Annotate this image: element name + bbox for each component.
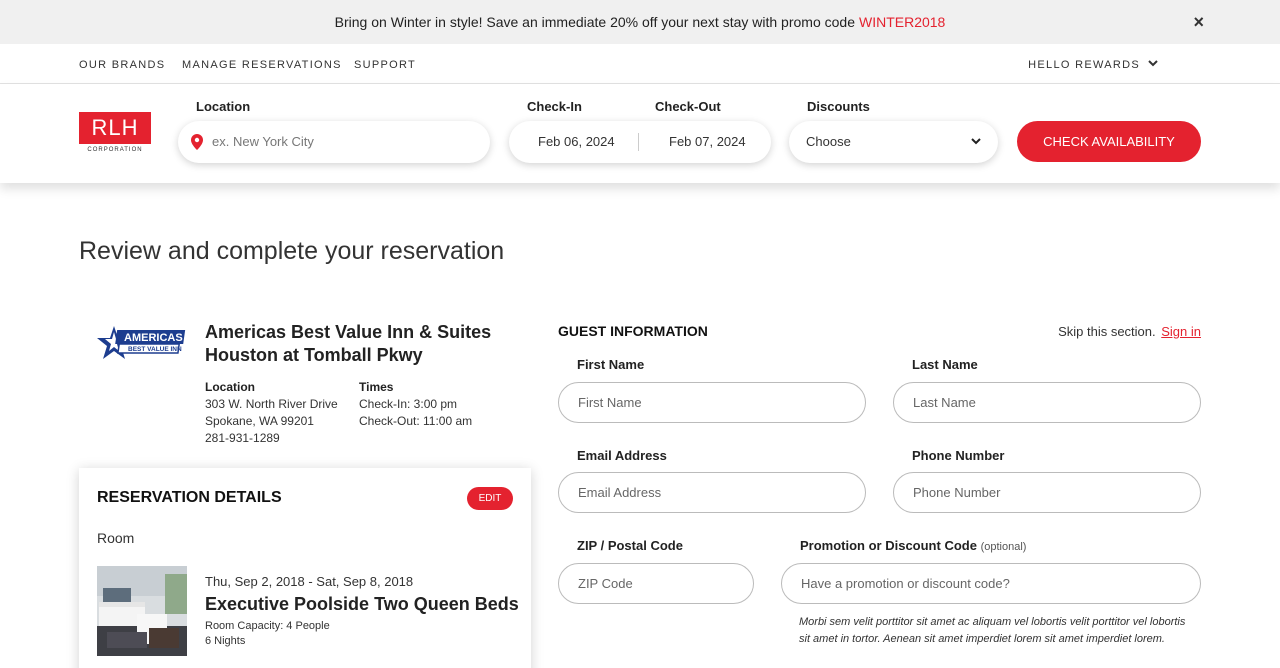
room-capacity: Room Capacity: 4 People — [205, 620, 330, 632]
phone-label: Phone Number — [912, 448, 1005, 463]
last-name-label: Last Name — [912, 357, 978, 372]
promo-code-optional: (optional) — [980, 541, 1027, 553]
last-name-input[interactable] — [893, 382, 1201, 423]
hotel-checkin-time: Check-In: 3:00 pm — [359, 397, 458, 411]
skip-label: Skip this section. — [1058, 324, 1156, 339]
search-bar: RLH CORPORATION Location ex. New York Ci… — [0, 84, 1280, 183]
logo-text-bottom: BEST VALUE INN — [128, 346, 182, 353]
discounts-value: Choose — [806, 134, 851, 149]
location-pin-icon — [191, 134, 203, 150]
checkout-date[interactable]: Feb 07, 2024 — [669, 134, 746, 149]
hotel-address-line-1: 303 W. North River Drive — [205, 397, 338, 411]
reservation-details-title: RESERVATION DETAILS — [97, 489, 282, 506]
logo-text-top: AMERICAS — [124, 332, 183, 344]
reservation-details-card: RESERVATION DETAILS EDIT Room Thu, Sep 2… — [79, 468, 531, 668]
hotel-name-line-2: Houston at Tomball Pkwy — [205, 345, 423, 365]
promo-code-label-text: Promotion or Discount Code — [800, 538, 977, 553]
guest-information-title: GUEST INFORMATION — [558, 323, 708, 339]
logo-mark: RLH — [79, 112, 151, 144]
promo-code-label: Promotion or Discount Code (optional) — [800, 538, 1026, 553]
hotel-name-line-1: Americas Best Value Inn & Suites — [205, 322, 492, 342]
top-nav: OUR BRANDS MANAGE RESERVATIONS SUPPORT H… — [0, 44, 1280, 84]
promo-code-input[interactable] — [781, 563, 1201, 604]
room-label: Room — [97, 530, 135, 546]
close-icon[interactable]: × — [1193, 12, 1204, 32]
room-dates: Thu, Sep 2, 2018 - Sat, Sep 8, 2018 — [205, 574, 414, 589]
nav-support[interactable]: SUPPORT — [354, 59, 416, 71]
skip-section-text: Skip this section. Sign in — [1058, 324, 1201, 339]
email-input[interactable] — [558, 472, 866, 513]
rlh-logo[interactable]: RLH CORPORATION — [79, 112, 151, 156]
hotel-checkout-time: Check-Out: 11:00 am — [359, 414, 473, 428]
location-field[interactable]: ex. New York City — [178, 121, 490, 163]
page-title: Review and complete your reservation — [79, 237, 505, 265]
checkout-label: Check-Out — [655, 99, 721, 114]
promo-text: Bring on Winter in style! Save an immedi… — [334, 14, 855, 30]
hotel-times-heading: Times — [359, 380, 394, 394]
check-availability-button[interactable]: CHECK AVAILABILITY — [1017, 121, 1201, 162]
zip-input[interactable] — [558, 563, 754, 604]
first-name-input[interactable] — [558, 382, 866, 423]
discounts-select[interactable]: Choose — [789, 121, 998, 163]
first-name-label: First Name — [577, 357, 645, 372]
chevron-down-icon — [971, 138, 981, 145]
promo-code: WINTER2018 — [858, 14, 946, 30]
edit-button[interactable]: EDIT — [467, 487, 513, 510]
promo-banner: Bring on Winter in style! Save an immedi… — [0, 0, 1280, 44]
hotel-address-line-2: Spokane, WA 99201 — [205, 414, 314, 428]
hotel-location-heading: Location — [205, 380, 255, 394]
checkin-label: Check-In — [527, 99, 582, 114]
zip-label: ZIP / Postal Code — [577, 538, 683, 553]
email-label: Email Address — [577, 448, 667, 463]
chevron-down-icon[interactable] — [1148, 57, 1158, 71]
nav-hello-rewards[interactable]: HELLO REWARDS — [1028, 59, 1140, 71]
date-range-field[interactable]: Feb 06, 2024 Feb 07, 2024 — [509, 121, 771, 163]
hotel-name: Americas Best Value Inn & Suites Houston… — [205, 321, 491, 367]
location-placeholder: ex. New York City — [212, 134, 314, 149]
nav-manage-reservations[interactable]: MANAGE RESERVATIONS — [182, 59, 342, 71]
date-divider — [638, 133, 639, 151]
nav-our-brands[interactable]: OUR BRANDS — [79, 59, 165, 71]
sign-in-link[interactable]: Sign in — [1161, 324, 1201, 339]
discounts-label: Discounts — [807, 99, 870, 114]
checkin-date[interactable]: Feb 06, 2024 — [538, 134, 615, 149]
location-label: Location — [196, 99, 251, 114]
room-image — [97, 566, 187, 656]
phone-input[interactable] — [893, 472, 1201, 513]
americas-best-value-inn-logo: AMERICAS BEST VALUE INN — [97, 326, 186, 359]
room-nights: 6 Nights — [205, 635, 246, 647]
promo-code-note: Morbi sem velit porttitor sit amet ac al… — [799, 616, 1186, 645]
logo-subtitle: CORPORATION — [87, 147, 143, 153]
room-name: Executive Poolside Two Queen Beds — [205, 594, 519, 614]
hotel-phone[interactable]: 281-931-1289 — [205, 431, 280, 445]
